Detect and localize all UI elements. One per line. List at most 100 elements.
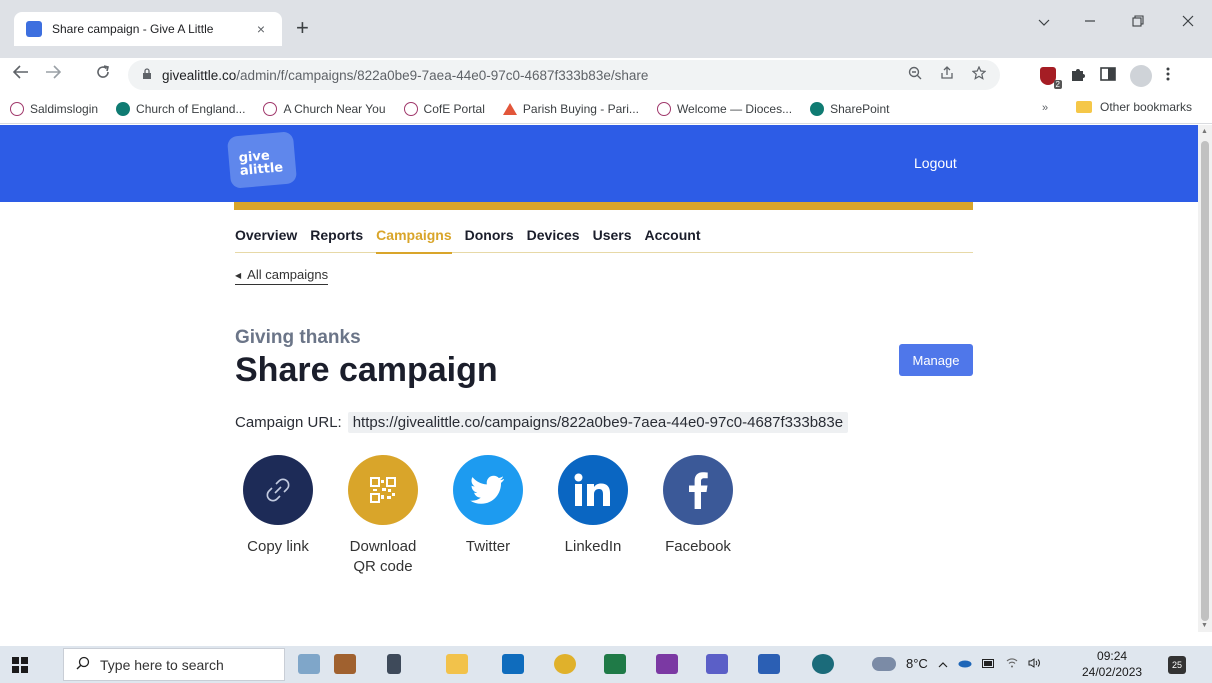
- sharepoint-icon: [116, 101, 131, 116]
- share-label: Twitter: [465, 538, 511, 555]
- reload-icon[interactable]: [92, 64, 114, 85]
- minimize-icon[interactable]: [1080, 14, 1100, 31]
- bookmark-item[interactable]: SharePoint: [810, 101, 889, 116]
- weather-cloud-icon[interactable]: [872, 656, 896, 671]
- accent-bar: [234, 202, 973, 210]
- linkedin-icon[interactable]: [558, 455, 628, 525]
- manage-button[interactable]: Manage: [899, 344, 973, 376]
- address-bar[interactable]: givealittle.co/admin/f/campaigns/822a0be…: [128, 60, 1000, 90]
- bookmark-item[interactable]: Welcome — Dioces...: [656, 101, 792, 116]
- share-page-icon[interactable]: [940, 66, 954, 83]
- facebook-icon[interactable]: [663, 455, 733, 525]
- givealittle-logo[interactable]: give alittle: [226, 131, 298, 189]
- tab-title: Share campaign - Give A Little: [52, 22, 214, 36]
- lock-icon: [142, 67, 152, 83]
- more-menu-icon[interactable]: [1166, 67, 1170, 85]
- bookmark-item[interactable]: Parish Buying - Pari...: [502, 102, 639, 116]
- battery-icon[interactable]: [981, 656, 996, 671]
- nav-account[interactable]: Account: [645, 221, 701, 253]
- side-panel-icon[interactable]: [1100, 67, 1116, 85]
- forward-arrow-icon[interactable]: [42, 64, 64, 84]
- logout-link[interactable]: Logout: [914, 155, 957, 171]
- new-tab-button[interactable]: +: [296, 16, 309, 40]
- share-linkedin[interactable]: LinkedIn: [550, 455, 655, 577]
- scroll-down-icon[interactable]: ▼: [1201, 622, 1208, 629]
- bookmark-item[interactable]: Church of England...: [116, 101, 245, 116]
- outlook-icon[interactable]: [502, 654, 524, 674]
- close-window-icon[interactable]: [1178, 14, 1198, 31]
- share-label: Download QR code: [349, 538, 417, 575]
- all-campaigns-link[interactable]: ◀ All campaigns: [235, 267, 329, 285]
- tray-chevron-up-icon[interactable]: [938, 656, 948, 671]
- browser-tab-strip: Share campaign - Give A Little × +: [0, 0, 1212, 58]
- scroll-up-icon[interactable]: ▲: [1201, 128, 1208, 135]
- taskbar-search-placeholder: Type here to search: [100, 656, 224, 673]
- bookmark-item[interactable]: Saldimslogin: [10, 101, 98, 116]
- nav-reports[interactable]: Reports: [310, 221, 363, 253]
- help-icon[interactable]: [812, 654, 834, 674]
- task-view-icon[interactable]: [387, 654, 401, 674]
- chrome-icon[interactable]: [554, 654, 576, 674]
- page-title: Share campaign: [235, 351, 498, 389]
- campaign-url-label: Campaign URL:: [235, 414, 342, 431]
- twitter-icon[interactable]: [453, 455, 523, 525]
- clock-time: 09:24: [1097, 649, 1128, 663]
- other-bookmarks[interactable]: Other bookmarks: [1076, 100, 1192, 114]
- share-copy-link[interactable]: Copy link: [235, 455, 340, 577]
- laptop-app-icon[interactable]: [298, 654, 320, 674]
- word-icon[interactable]: [758, 654, 780, 674]
- windows-start-icon[interactable]: [12, 657, 28, 673]
- link-icon[interactable]: [243, 455, 313, 525]
- teams-icon[interactable]: [706, 654, 728, 674]
- nav-campaigns[interactable]: Campaigns: [376, 221, 453, 254]
- caret-left-icon: ◀: [235, 271, 242, 280]
- nav-donors[interactable]: Donors: [465, 221, 514, 253]
- speaker-icon[interactable]: [1028, 656, 1040, 671]
- chevron-down-icon[interactable]: [1034, 14, 1054, 31]
- briefcase-app-icon[interactable]: [334, 654, 356, 674]
- bookmark-item[interactable]: CofE Portal: [403, 101, 485, 116]
- onenote-icon[interactable]: [656, 654, 678, 674]
- share-facebook[interactable]: Facebook: [655, 455, 760, 577]
- windows-taskbar: Type here to search 8°C 09:24 24/02/2023…: [0, 646, 1212, 683]
- taskbar-search[interactable]: Type here to search: [63, 648, 285, 681]
- restore-icon[interactable]: [1128, 14, 1148, 31]
- browser-tab[interactable]: Share campaign - Give A Little ×: [14, 12, 282, 46]
- site-favicon-icon: [26, 21, 42, 37]
- system-tray: 8°C: [872, 656, 1040, 671]
- bookmark-star-icon[interactable]: [971, 65, 987, 83]
- nav-users[interactable]: Users: [593, 221, 632, 253]
- share-download-qr[interactable]: Download QR code: [340, 455, 445, 577]
- url-path: /admin/f/campaigns/822a0be9-7aea-44e0-97…: [236, 67, 649, 83]
- taskbar-clock[interactable]: 09:24 24/02/2023: [1082, 648, 1142, 680]
- site-header: give alittle Logout: [0, 125, 1198, 202]
- scrollbar-thumb[interactable]: [1201, 141, 1209, 621]
- excel-icon[interactable]: [604, 654, 626, 674]
- weather-temperature[interactable]: 8°C: [906, 656, 928, 671]
- campaign-url-value[interactable]: https://givealittle.co/campaigns/822a0be…: [347, 412, 849, 433]
- bookmark-item[interactable]: A Church Near You: [263, 101, 386, 116]
- globe-cross-icon: [10, 101, 24, 116]
- ublock-extension-icon[interactable]: 2: [1040, 67, 1062, 89]
- qr-code-icon[interactable]: [348, 455, 418, 525]
- profile-avatar-icon[interactable]: [1130, 65, 1152, 87]
- zoom-icon[interactable]: [908, 66, 922, 83]
- share-label: LinkedIn: [564, 538, 622, 555]
- nav-overview[interactable]: Overview: [235, 221, 297, 253]
- bookmarks-overflow-icon[interactable]: »: [1042, 102, 1048, 114]
- wifi-icon[interactable]: [1006, 656, 1018, 671]
- search-icon: [76, 656, 90, 673]
- share-twitter[interactable]: Twitter: [445, 455, 550, 577]
- onedrive-icon[interactable]: [958, 656, 972, 671]
- notification-center-icon[interactable]: 25: [1168, 656, 1186, 674]
- page-scrollbar[interactable]: ▲ ▼: [1198, 125, 1212, 632]
- tab-close-icon[interactable]: ×: [252, 21, 270, 37]
- sharepoint-icon: [810, 101, 825, 116]
- nav-devices[interactable]: Devices: [527, 221, 580, 253]
- extensions-puzzle-icon[interactable]: [1070, 66, 1086, 86]
- main-nav: Overview Reports Campaigns Donors Device…: [235, 221, 973, 254]
- url-host: givealittle.co: [162, 67, 237, 83]
- back-arrow-icon[interactable]: [10, 64, 32, 84]
- file-explorer-icon[interactable]: [446, 654, 468, 674]
- globe-cross-icon: [656, 101, 671, 116]
